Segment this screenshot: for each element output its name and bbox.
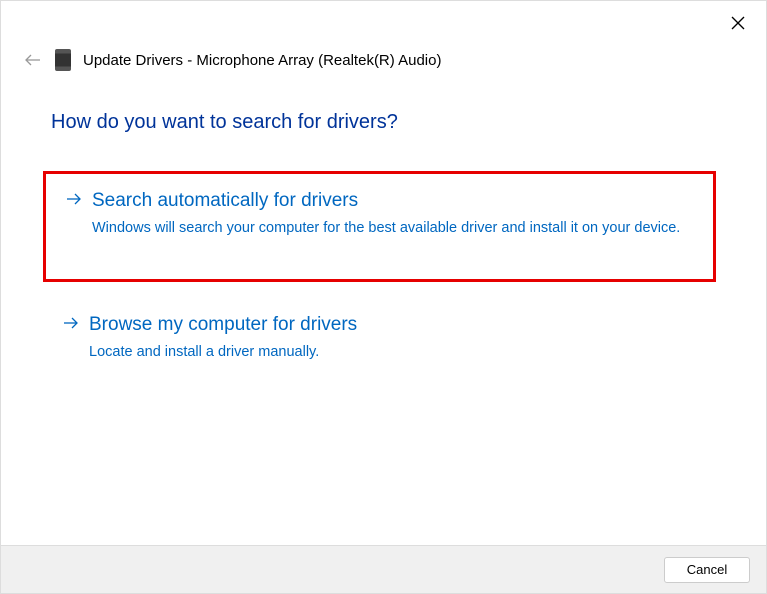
page-question: How do you want to search for drivers? [51, 111, 398, 134]
header-title: Update Drivers - Microphone Array (Realt… [83, 52, 441, 69]
option-description: Windows will search your computer for th… [92, 218, 693, 239]
close-button[interactable] [726, 11, 750, 35]
device-icon [55, 49, 71, 71]
option-description: Locate and install a driver manually. [89, 342, 696, 363]
footer: Cancel [1, 545, 766, 593]
option-search-automatically[interactable]: Search automatically for drivers Windows… [43, 171, 716, 282]
arrow-right-icon [63, 316, 79, 335]
option-header: Search automatically for drivers [66, 190, 693, 212]
back-button[interactable] [23, 50, 43, 70]
option-header: Browse my computer for drivers [63, 314, 696, 336]
close-icon [731, 16, 745, 30]
option-title: Search automatically for drivers [92, 190, 358, 212]
options-container: Search automatically for drivers Windows… [43, 171, 716, 399]
option-title: Browse my computer for drivers [89, 314, 357, 336]
option-browse-computer[interactable]: Browse my computer for drivers Locate an… [43, 298, 716, 383]
header-row: Update Drivers - Microphone Array (Realt… [23, 49, 744, 71]
cancel-button[interactable]: Cancel [664, 557, 750, 583]
arrow-right-icon [66, 192, 82, 211]
back-arrow-icon [25, 53, 41, 67]
